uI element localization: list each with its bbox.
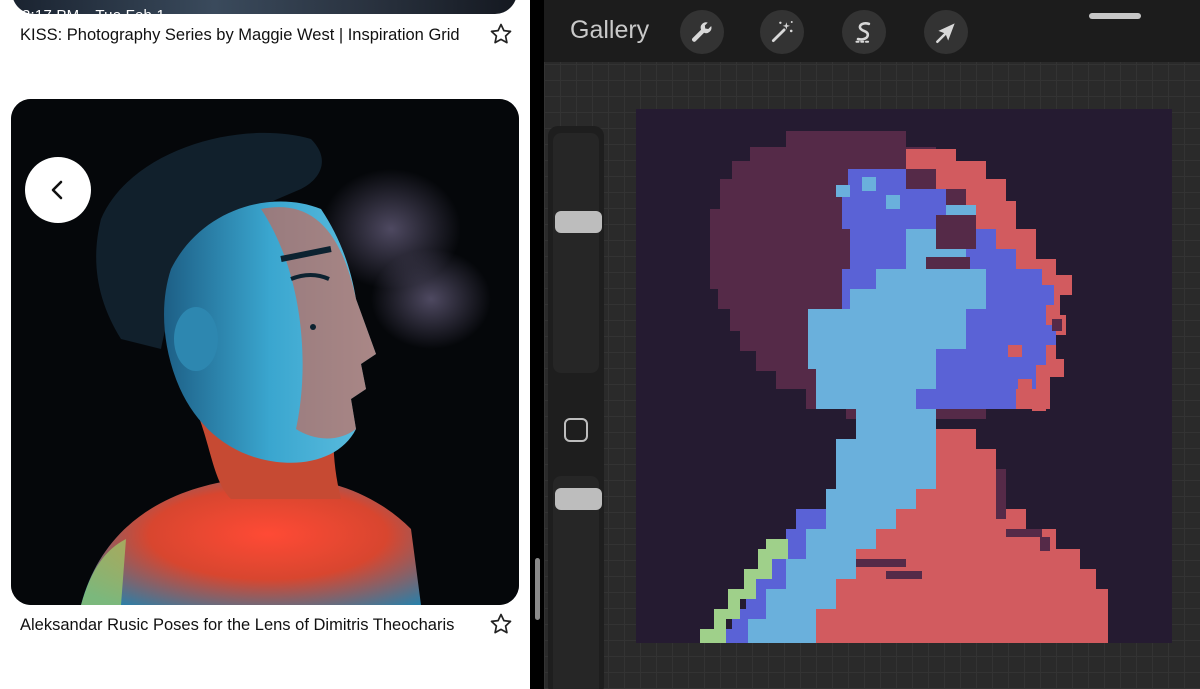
photo-card[interactable] bbox=[11, 99, 519, 605]
star-outline-icon[interactable] bbox=[489, 22, 513, 46]
browser-pane: 3:17 PM Tue Feb 1 KISS: Photography Seri… bbox=[0, 0, 530, 689]
actions-button[interactable] bbox=[680, 10, 724, 54]
chevron-left-icon bbox=[51, 180, 63, 200]
status-time: 3:17 PM bbox=[22, 7, 80, 24]
gallery-button[interactable]: Gallery bbox=[570, 16, 649, 45]
brush-size-thumb[interactable] bbox=[555, 211, 602, 233]
transform-button[interactable] bbox=[924, 10, 968, 54]
back-button[interactable] bbox=[25, 157, 91, 223]
side-toolbar bbox=[548, 126, 604, 689]
star-outline-icon[interactable] bbox=[489, 612, 513, 636]
drawing-app-pane: Gallery bbox=[544, 0, 1200, 689]
wrench-icon bbox=[692, 22, 712, 42]
selection-icon bbox=[855, 22, 872, 43]
pixel-art-portrait bbox=[636, 109, 1172, 643]
magic-wand-icon bbox=[771, 21, 793, 43]
selection-button[interactable] bbox=[842, 10, 886, 54]
brush-opacity-thumb[interactable] bbox=[555, 488, 602, 510]
modify-button[interactable] bbox=[564, 418, 588, 442]
brush-size-slider[interactable] bbox=[553, 133, 602, 373]
feed-item-title[interactable]: Aleksandar Rusic Poses for the Lens of D… bbox=[20, 615, 480, 635]
adjustments-button[interactable] bbox=[760, 10, 804, 54]
multitasking-handle[interactable] bbox=[1089, 13, 1141, 19]
feed-item-title[interactable]: KISS: Photography Series by Maggie West … bbox=[20, 25, 480, 45]
drawing-canvas[interactable] bbox=[636, 109, 1172, 643]
status-date: Tue Feb 1 bbox=[95, 7, 165, 24]
brush-opacity-slider[interactable] bbox=[553, 476, 602, 689]
move-arrow-icon bbox=[936, 23, 955, 44]
status-bar: 3:17 PM Tue Feb 1 bbox=[22, 7, 177, 24]
split-view-handle[interactable] bbox=[535, 558, 540, 620]
top-toolbar: Gallery bbox=[544, 0, 1200, 62]
